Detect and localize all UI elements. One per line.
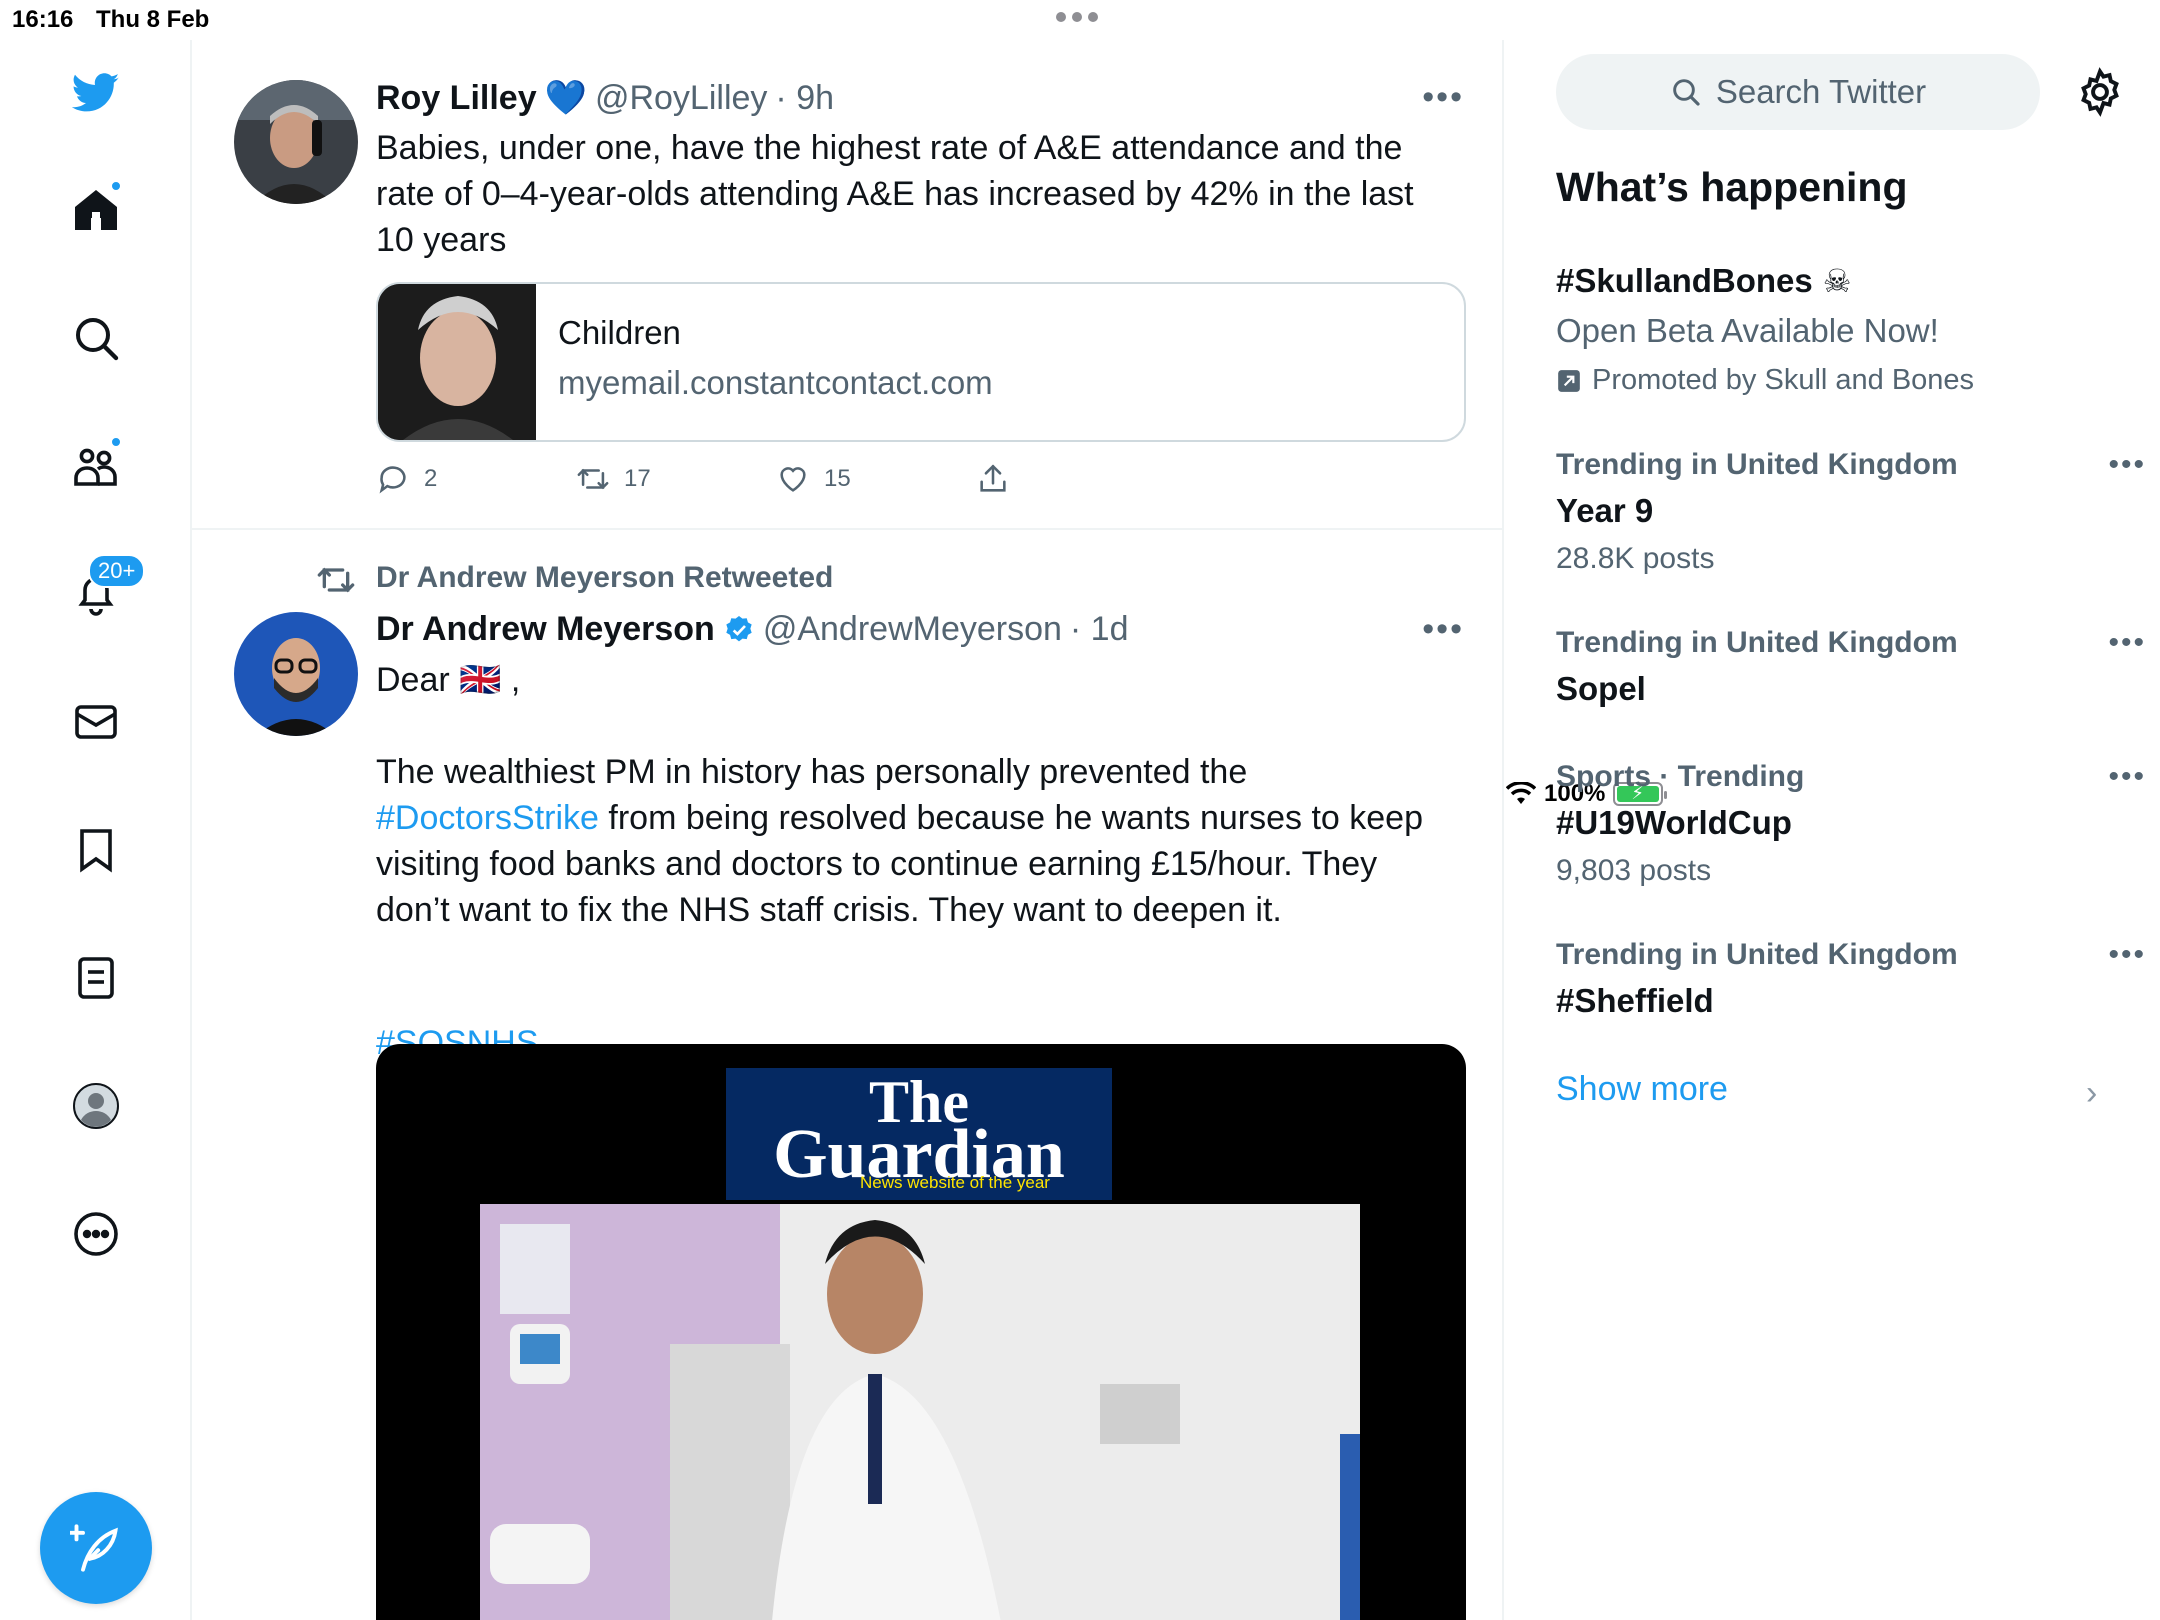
status-date: Thu 8 Feb	[96, 6, 210, 33]
author-handle[interactable]: @AndrewMeyerson	[763, 610, 1062, 649]
hashtag-link[interactable]: #DoctorsStrike	[376, 799, 599, 837]
blue-heart-icon: 💙	[544, 79, 587, 117]
trend-more-icon[interactable]: •••	[2108, 938, 2146, 972]
search-placeholder: Search Twitter	[1715, 73, 1927, 110]
right-sidebar: Search Twitter What’s happening #Skullan…	[1506, 40, 2160, 1620]
home-icon[interactable]	[66, 180, 126, 240]
search-icon	[1673, 79, 1700, 106]
twitter-logo-icon[interactable]	[66, 62, 126, 122]
trend-meta: Sports · Trending	[1556, 760, 1805, 793]
tweet-time[interactable]: · 9h	[775, 79, 834, 118]
multitasking-dots[interactable]	[1056, 12, 1098, 22]
whats-happening-heading: What’s happening	[1556, 164, 1908, 210]
promoted-by-row: Promoted by Skull and Bones	[1556, 364, 2116, 397]
masthead-tagline: News website of the year	[860, 1173, 1050, 1192]
timeline-feed[interactable]: Roy Lilley 💙 @RoyLilley · 9h ••• Babies,…	[192, 40, 1504, 1620]
promoted-by-text: Promoted by Skull and Bones	[1592, 364, 1975, 396]
communities-icon[interactable]	[66, 436, 126, 496]
tweet-text: Babies, under one, have the highest rate…	[376, 129, 1414, 259]
tweet-more-icon[interactable]: •••	[1422, 610, 1464, 649]
chevron-right-icon: ›	[2086, 1074, 2098, 1112]
link-card-url: myemail.constantcontact.com	[558, 364, 993, 401]
tweet-divider	[192, 528, 1502, 530]
trend-more-icon[interactable]: •••	[2108, 760, 2146, 794]
tweet-text-body: The wealthiest PM in history has persona…	[376, 749, 1436, 933]
status-time: 16:16	[12, 6, 74, 33]
trend-meta: Trending in United Kingdom	[1556, 626, 1958, 659]
trend-topic: Year 9	[1556, 492, 1654, 529]
trend-posts: 9,803 posts	[1556, 854, 1712, 887]
trend-topic: #U19WorldCup	[1556, 804, 1792, 841]
trend-topic: Sopel	[1556, 670, 1646, 707]
author-handle[interactable]: @RoyLilley	[595, 79, 767, 118]
promoted-icon	[1558, 369, 1580, 392]
tweet-actions: 2 17 15	[376, 462, 1176, 496]
share-button[interactable]	[976, 462, 1176, 496]
reply-count: 2	[424, 465, 438, 492]
tweet-text-part: The wealthiest PM in history has persona…	[376, 753, 1248, 791]
left-navigation: 20+	[0, 40, 192, 1620]
tweet-more-icon[interactable]: •••	[1422, 78, 1464, 117]
reply-button[interactable]: 2	[376, 462, 576, 496]
avatar-roy-lilley[interactable]	[234, 80, 358, 204]
retweet-icon	[577, 468, 609, 490]
tweet-header: Dr Andrew Meyerson @AndrewMeyerson · 1d	[376, 610, 1129, 649]
trend-more-icon[interactable]: •••	[2108, 626, 2146, 660]
trend-item[interactable]: Sports · Trending #U19WorldCup 9,803 pos…	[1556, 760, 2144, 888]
reply-icon	[379, 466, 406, 494]
trend-item[interactable]: Trending in United Kingdom #Sheffield ••…	[1556, 938, 2144, 1020]
bookmarks-icon[interactable]	[66, 820, 126, 880]
messages-envelope-icon[interactable]	[66, 692, 126, 752]
avatar-andrew-meyerson[interactable]	[234, 612, 358, 736]
notifications-count-badge: 20+	[88, 554, 146, 588]
lists-icon[interactable]	[66, 948, 126, 1008]
retweeted-icon	[317, 567, 355, 593]
more-options-icon[interactable]	[66, 1204, 126, 1264]
tweet-media-image[interactable]: The Guardian News website of the year	[376, 1044, 1466, 1620]
guardian-masthead: The Guardian News website of the year	[726, 1068, 1112, 1200]
show-more-link[interactable]: Show more	[1556, 1070, 1728, 1109]
promoted-topic: #SkullandBones	[1556, 262, 1813, 299]
promoted-subtitle: Open Beta Available Now!	[1556, 312, 1939, 349]
notifications-bell-icon[interactable]: 20+	[66, 554, 146, 624]
promoted-trend[interactable]: #SkullandBones ☠ Open Beta Available Now…	[1556, 262, 2116, 397]
retweet-button[interactable]: 17	[576, 462, 776, 496]
settings-gear-icon[interactable]	[2074, 66, 2126, 118]
trend-topic: #Sheffield	[1556, 982, 1714, 1019]
retweet-count: 17	[624, 465, 651, 492]
share-icon	[980, 464, 1006, 492]
tweet-time[interactable]: · 1d	[1070, 610, 1129, 649]
search-input[interactable]: Search Twitter	[1556, 54, 2040, 130]
retweeted-by-label[interactable]: Dr Andrew Meyerson Retweeted	[376, 561, 833, 595]
explore-search-icon[interactable]	[66, 308, 126, 368]
tweet-text-greeting: Dear 🇬🇧 ,	[376, 661, 521, 699]
author-name[interactable]: Roy Lilley	[376, 79, 537, 118]
link-card-title: Children	[558, 314, 681, 351]
trend-more-icon[interactable]: •••	[2108, 448, 2146, 482]
trend-item[interactable]: Trending in United Kingdom Sopel •••	[1556, 626, 2144, 708]
author-name[interactable]: Dr Andrew Meyerson	[376, 610, 715, 649]
compose-feather-icon	[70, 1524, 118, 1572]
trend-item[interactable]: Trending in United Kingdom Year 9 28.8K …	[1556, 448, 2144, 576]
heart-icon	[780, 467, 806, 492]
link-card-thumbnail	[378, 284, 536, 440]
skull-crossbones-icon: ☠	[1822, 263, 1852, 299]
link-card[interactable]: Children myemail.constantcontact.com	[376, 282, 1466, 442]
status-bar: 16:16 Thu 8 Feb 100% ⚡	[0, 0, 2160, 807]
news-photo	[480, 1204, 1360, 1620]
tweet-header: Roy Lilley 💙 @RoyLilley · 9h	[376, 78, 834, 118]
like-button[interactable]: 15	[776, 462, 976, 496]
like-count: 15	[824, 465, 851, 492]
trend-meta: Trending in United Kingdom	[1556, 448, 1958, 481]
profile-avatar-icon[interactable]	[66, 1076, 126, 1136]
verified-badge-icon	[726, 615, 752, 641]
compose-tweet-button[interactable]	[40, 1492, 152, 1604]
trend-meta: Trending in United Kingdom	[1556, 938, 1958, 971]
trend-posts: 28.8K posts	[1556, 542, 1715, 575]
